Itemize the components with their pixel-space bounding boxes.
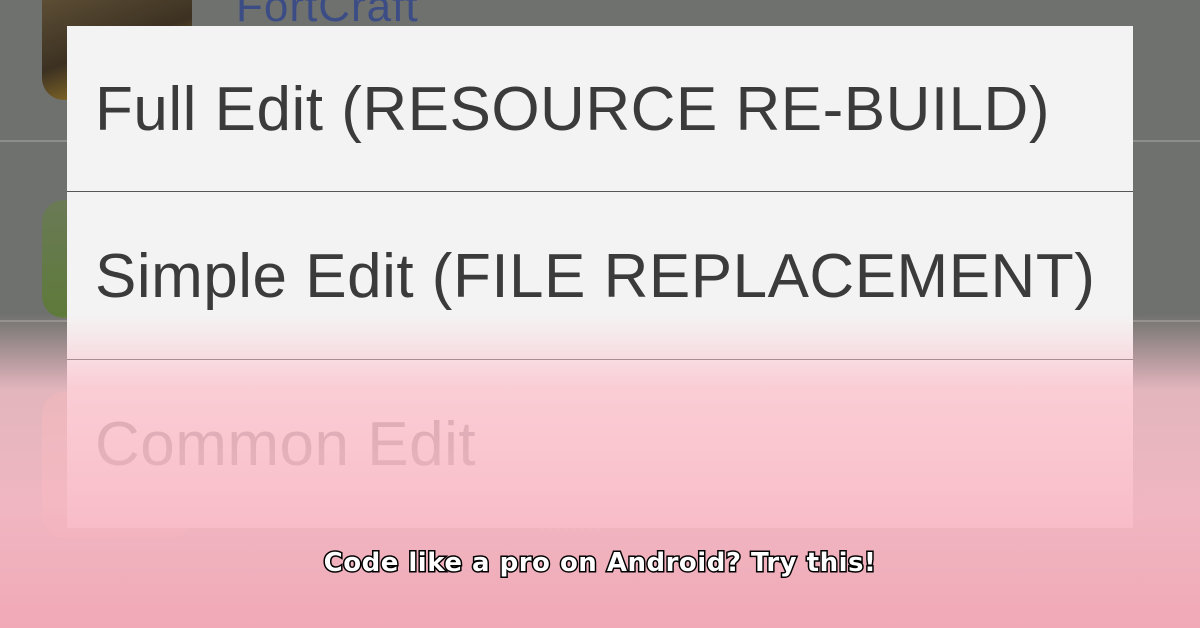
menu-item-simple-edit[interactable]: Simple Edit (FILE REPLACEMENT) xyxy=(67,193,1133,360)
menu-item-full-edit[interactable]: Full Edit (RESOURCE RE-BUILD) xyxy=(67,26,1133,192)
menu-divider xyxy=(67,359,1133,360)
promo-caption: Code like a pro on Android? Try this! xyxy=(322,547,877,580)
menu-item-label: Common Edit xyxy=(95,410,477,479)
screenshot-stage: FortCraft Full Edit (RESOURCE RE-BUILD) … xyxy=(0,0,1200,628)
menu-item-label: Full Edit (RESOURCE RE-BUILD) xyxy=(95,74,1050,144)
edit-mode-dialog: Full Edit (RESOURCE RE-BUILD) Simple Edi… xyxy=(67,26,1133,528)
menu-divider xyxy=(67,191,1133,192)
menu-item-common-edit[interactable]: Common Edit xyxy=(67,361,1133,528)
menu-item-label: Simple Edit (FILE REPLACEMENT) xyxy=(95,242,1096,311)
